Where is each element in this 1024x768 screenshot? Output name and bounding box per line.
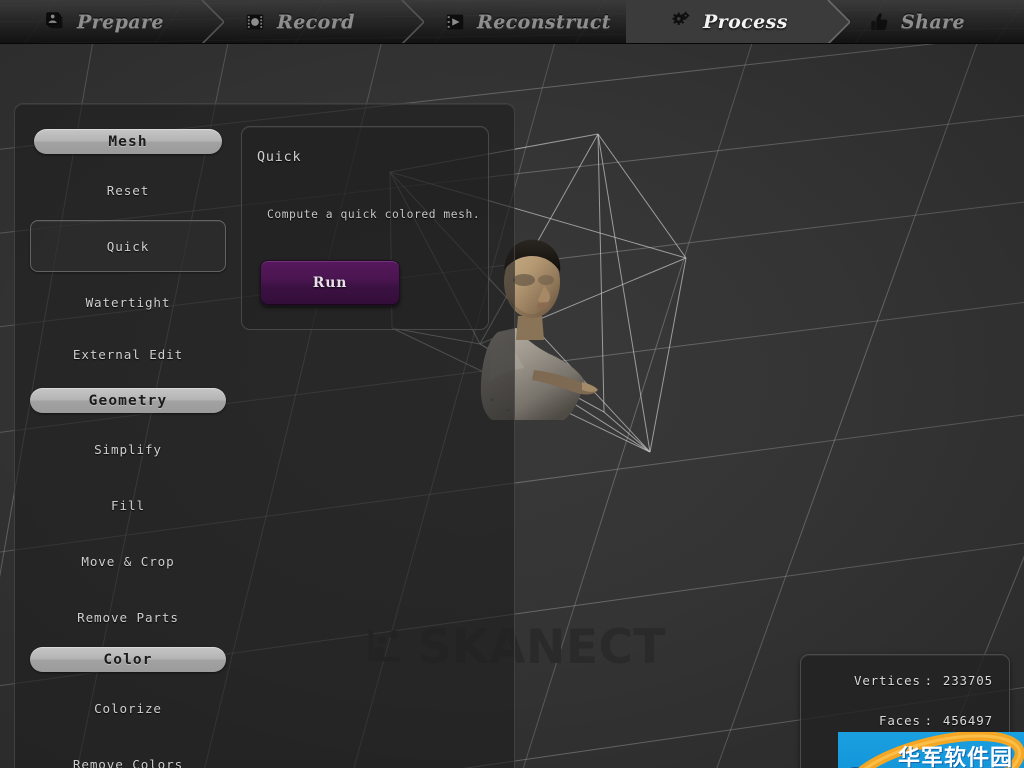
tool-item-simplify[interactable]: Simplify xyxy=(30,427,226,471)
nav-step-share-label: Share xyxy=(901,11,965,33)
section-header-mesh-label: Mesh xyxy=(108,133,148,150)
download-site-watermark: 华军软件园 ONLINEDOWN .NET xyxy=(838,732,1024,768)
tool-item-remove-colors-label: Remove Colors xyxy=(72,756,184,768)
nav-step-record-label: Record xyxy=(277,11,355,33)
stat-label-faces: Faces xyxy=(879,713,921,728)
nav-step-reconstruct[interactable]: Reconstruct xyxy=(400,0,650,43)
operation-title: Quick xyxy=(257,150,302,165)
section-header-geometry: Geometry xyxy=(30,388,226,413)
tool-item-watertight-label: Watertight xyxy=(85,294,171,310)
stat-value-faces: 456497 xyxy=(942,713,993,728)
3d-viewport[interactable]: SKANECT Mesh Reset Quick Watertight Exte… xyxy=(0,44,1024,768)
skanect-window: SKANECT Mesh Reset Quick Watertight Exte… xyxy=(0,0,1024,768)
stat-label-vertices: Vertices xyxy=(853,673,921,688)
nav-step-prepare-label: Prepare xyxy=(77,11,164,33)
tool-list: Mesh Reset Quick Watertight External Edi… xyxy=(15,104,241,768)
section-header-mesh: Mesh xyxy=(34,129,222,154)
nav-step-process-label: Process xyxy=(703,11,788,33)
section-header-color: Color xyxy=(30,647,226,672)
section-header-color-label: Color xyxy=(103,651,153,668)
tool-item-external-edit[interactable]: External Edit xyxy=(30,332,226,376)
thumbs-up-icon xyxy=(871,13,888,31)
nav-step-reconstruct-label: Reconstruct xyxy=(477,11,611,33)
nav-step-prepare[interactable]: Prepare xyxy=(0,0,224,43)
tool-item-remove-parts[interactable]: Remove Parts xyxy=(30,595,226,639)
tool-item-reset-label: Reset xyxy=(106,182,150,198)
stat-colon-faces: : xyxy=(924,713,934,728)
tool-item-colorize[interactable]: Colorize xyxy=(30,686,226,730)
process-tool-panel: Mesh Reset Quick Watertight External Edi… xyxy=(14,103,515,768)
tool-item-reset[interactable]: Reset xyxy=(30,168,226,212)
run-button[interactable]: Run xyxy=(260,260,400,306)
photos-icon xyxy=(46,12,63,29)
nav-step-process[interactable]: Process xyxy=(626,0,850,43)
operation-description: Compute a quick colored mesh. xyxy=(267,208,481,221)
gears-icon xyxy=(672,11,690,25)
stat-colon-vertices: : xyxy=(924,673,934,688)
run-button-label: Run xyxy=(312,275,348,291)
tool-item-quick[interactable]: Quick xyxy=(30,220,226,272)
tool-item-simplify-label: Simplify xyxy=(94,441,162,457)
nav-step-share[interactable]: Share xyxy=(824,0,1024,43)
stat-value-vertices: 233705 xyxy=(942,673,993,688)
tool-item-remove-colors[interactable]: Remove Colors xyxy=(30,742,226,768)
nav-step-record[interactable]: Record xyxy=(200,0,424,43)
operation-detail-panel: Quick Compute a quick colored mesh. Run xyxy=(241,126,489,330)
tool-item-external-edit-label: External Edit xyxy=(72,346,184,362)
workflow-navigation-bar: Prepare Record Reconstruct Process Share xyxy=(0,0,1024,44)
tool-item-move-and-crop[interactable]: Move & Crop xyxy=(30,539,226,583)
stat-row-vertices: Vertices : 233705 xyxy=(817,673,993,713)
watermark-cn-text: 华军软件园 xyxy=(898,746,1014,768)
section-header-geometry-label: Geometry xyxy=(88,392,168,409)
tool-item-move-and-crop-label: Move & Crop xyxy=(81,553,175,569)
filmstrip-icon xyxy=(446,14,464,30)
tool-item-quick-label: Quick xyxy=(106,238,150,254)
camera-icon xyxy=(246,14,264,30)
tool-item-fill-label: Fill xyxy=(111,497,145,513)
tool-item-remove-parts-label: Remove Parts xyxy=(77,609,179,625)
tool-item-watertight[interactable]: Watertight xyxy=(30,280,226,324)
tool-item-colorize-label: Colorize xyxy=(94,700,162,716)
tool-item-fill[interactable]: Fill xyxy=(30,483,226,527)
